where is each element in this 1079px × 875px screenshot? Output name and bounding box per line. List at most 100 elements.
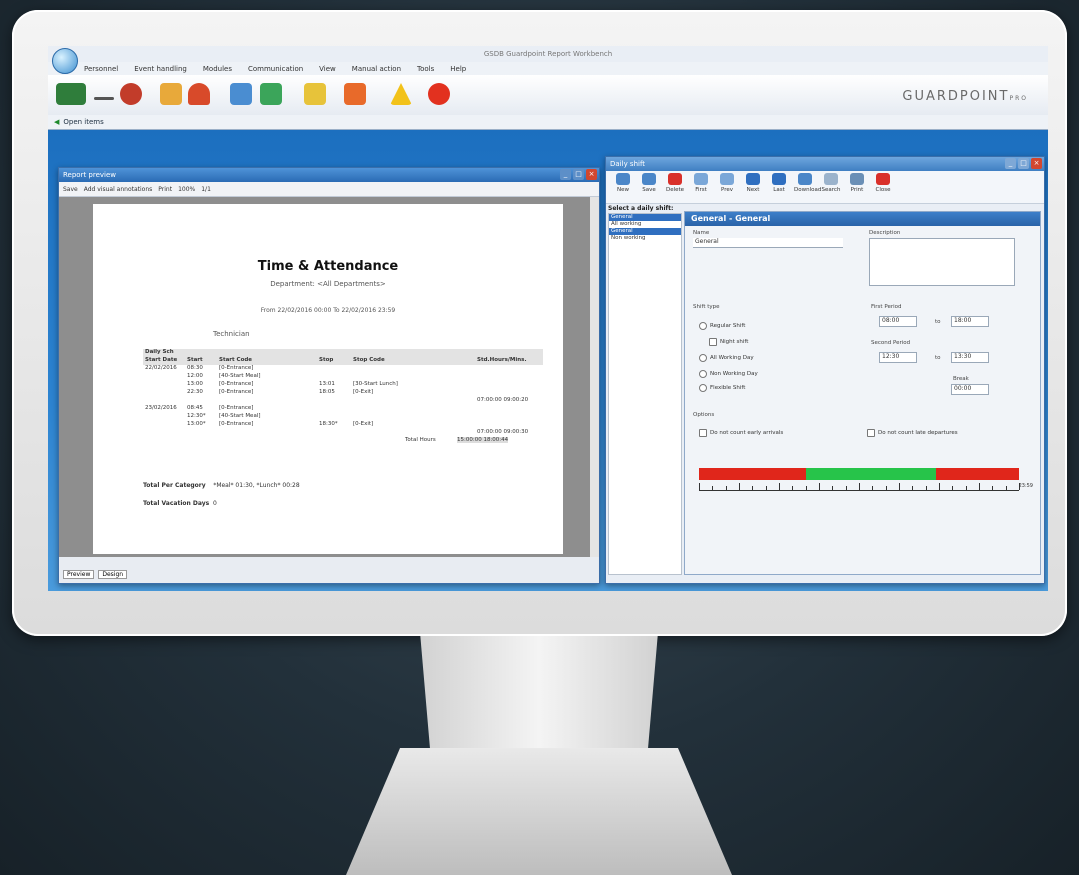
menubar: Personnel Event handling Modules Communi… <box>48 62 1048 75</box>
to-label: to <box>935 355 941 361</box>
name-label: Name <box>693 230 710 236</box>
maximize-button[interactable]: □ <box>573 169 584 180</box>
menu-personnel[interactable]: Personnel <box>84 65 118 73</box>
save-button[interactable]: Save <box>63 186 78 193</box>
report-icon[interactable] <box>230 83 252 105</box>
minimize-button[interactable]: _ <box>1005 158 1016 169</box>
name-field[interactable]: General <box>693 238 843 248</box>
close-button[interactable]: × <box>586 169 597 180</box>
print-button[interactable]: Print <box>158 186 172 193</box>
menu-communication[interactable]: Communication <box>248 65 303 73</box>
menu-modules[interactable]: Modules <box>203 65 232 73</box>
page-indicator[interactable]: 1/1 <box>201 186 211 193</box>
shift-list-item[interactable]: General <box>609 214 681 221</box>
tool-new-button[interactable]: New <box>612 173 634 193</box>
annotations-button[interactable]: Add visual annotations <box>84 186 153 193</box>
tab-preview[interactable]: Preview <box>63 570 95 579</box>
tool-print-button[interactable]: Print <box>846 173 868 193</box>
separator-icon <box>94 97 114 100</box>
tool-next-button[interactable]: Next <box>742 173 764 193</box>
table-cell: 07:00:00 09:00:20 <box>477 397 529 403</box>
door-close-icon[interactable] <box>344 83 366 105</box>
alarm-bell-icon[interactable] <box>188 83 210 105</box>
options-label: Options <box>693 412 715 418</box>
radio-flexible-shift[interactable]: Flexible Shift <box>699 384 745 392</box>
close-icon <box>876 173 890 185</box>
tab-design[interactable]: Design <box>98 570 128 579</box>
warning-icon[interactable] <box>390 83 412 105</box>
tool-download-button[interactable]: Download <box>794 173 821 193</box>
select-shift-label: Select a daily shift: <box>608 205 674 212</box>
menu-view[interactable]: View <box>319 65 336 73</box>
menu-event-handling[interactable]: Event handling <box>134 65 187 73</box>
door-open-icon[interactable] <box>304 83 326 105</box>
first-period-to[interactable]: 18:00 <box>951 316 989 327</box>
tool-prev-button[interactable]: Prev <box>716 173 738 193</box>
ruler-tick <box>765 486 767 490</box>
tool-search-button[interactable]: Search <box>820 173 842 193</box>
ruler-tick <box>979 483 980 490</box>
table-cell: [40-Start Meal] <box>219 413 261 419</box>
ruler-tick <box>845 486 847 490</box>
table-cell: [0-Entrance] <box>219 405 254 411</box>
close-button[interactable]: × <box>1031 158 1042 169</box>
monitor-frame: GSDB Guardpoint Report Workbench Personn… <box>12 10 1067 636</box>
table-row: 07:00:00 09:00:30 <box>143 429 543 437</box>
shift-list-item[interactable]: General <box>609 228 681 235</box>
shift-list-item[interactable]: Non working <box>609 235 681 242</box>
clock-icon[interactable] <box>160 83 182 105</box>
break-label: Break <box>953 376 969 382</box>
ruler-tick <box>805 486 807 490</box>
ruler-tick <box>885 486 887 490</box>
second-period-from[interactable]: 12:30 <box>879 352 917 363</box>
menu-manual-action[interactable]: Manual action <box>352 65 401 73</box>
ruler-tick <box>912 486 914 490</box>
first-period-label: First Period <box>871 304 902 310</box>
to-label: to <box>935 319 941 325</box>
radio-regular-shift[interactable]: Regular Shift <box>699 322 745 330</box>
first-period-from[interactable]: 08:00 <box>879 316 917 327</box>
second-period-to[interactable]: 13:30 <box>951 352 989 363</box>
network-icon[interactable] <box>260 83 282 105</box>
maximize-button[interactable]: □ <box>1018 158 1029 169</box>
first-icon <box>694 173 708 185</box>
daily-shift-titlebar[interactable]: Daily shift _ □ × <box>606 157 1044 171</box>
app-menu-orb-icon[interactable] <box>52 48 78 74</box>
controller-icon[interactable] <box>56 83 86 105</box>
description-field[interactable] <box>869 238 1015 286</box>
zoom-select[interactable]: 100% <box>178 186 195 193</box>
report-preview-titlebar[interactable]: Report preview _ □ × <box>59 168 599 182</box>
open-items-bar[interactable]: ◀ Open items <box>48 115 1048 130</box>
table-row: 12:00 [40-Start Meal] <box>143 373 543 381</box>
table-cell: 18:30* <box>319 421 338 427</box>
tool-last-button[interactable]: Last <box>768 173 790 193</box>
table-cell: 13:00* <box>187 421 206 427</box>
ruler-tick <box>1019 483 1020 490</box>
break-field[interactable]: 00:00 <box>951 384 989 395</box>
users-icon[interactable] <box>120 83 142 105</box>
ruler-tick <box>965 486 967 490</box>
power-icon[interactable] <box>428 83 450 105</box>
ruler-tick <box>1005 486 1007 490</box>
minimize-button[interactable]: _ <box>560 169 571 180</box>
table-cell: 23/02/2016 <box>145 405 177 411</box>
menu-tools[interactable]: Tools <box>417 65 434 73</box>
next-icon <box>746 173 760 185</box>
checkbox-late-departures[interactable]: Do not count late departures <box>867 429 958 437</box>
total-hours-row: Total Hours 15:00:00 18:00:44 <box>405 437 509 443</box>
tool-first-button[interactable]: First <box>690 173 712 193</box>
tool-delete-button[interactable]: Delete <box>664 173 686 193</box>
checkbox-early-arrivals[interactable]: Do not count early arrivals <box>699 429 783 437</box>
radio-non-working-day[interactable]: Non Working Day <box>699 370 758 378</box>
checkbox-night-shift[interactable]: Night shift <box>709 338 748 346</box>
preview-toolbar: Save Add visual annotations Print 100% 1… <box>59 182 599 197</box>
tool-close-button[interactable]: Close <box>872 173 894 193</box>
menu-help[interactable]: Help <box>450 65 466 73</box>
ruler-tick <box>939 483 940 490</box>
shift-list-item[interactable]: All working <box>609 221 681 228</box>
radio-all-working-day[interactable]: All Working Day <box>699 354 754 362</box>
table-cell: 18:05 <box>319 389 335 395</box>
tool-save-button[interactable]: Save <box>638 173 660 193</box>
vertical-scrollbar[interactable] <box>590 197 599 557</box>
table-cell: [0-Exit] <box>353 389 374 395</box>
